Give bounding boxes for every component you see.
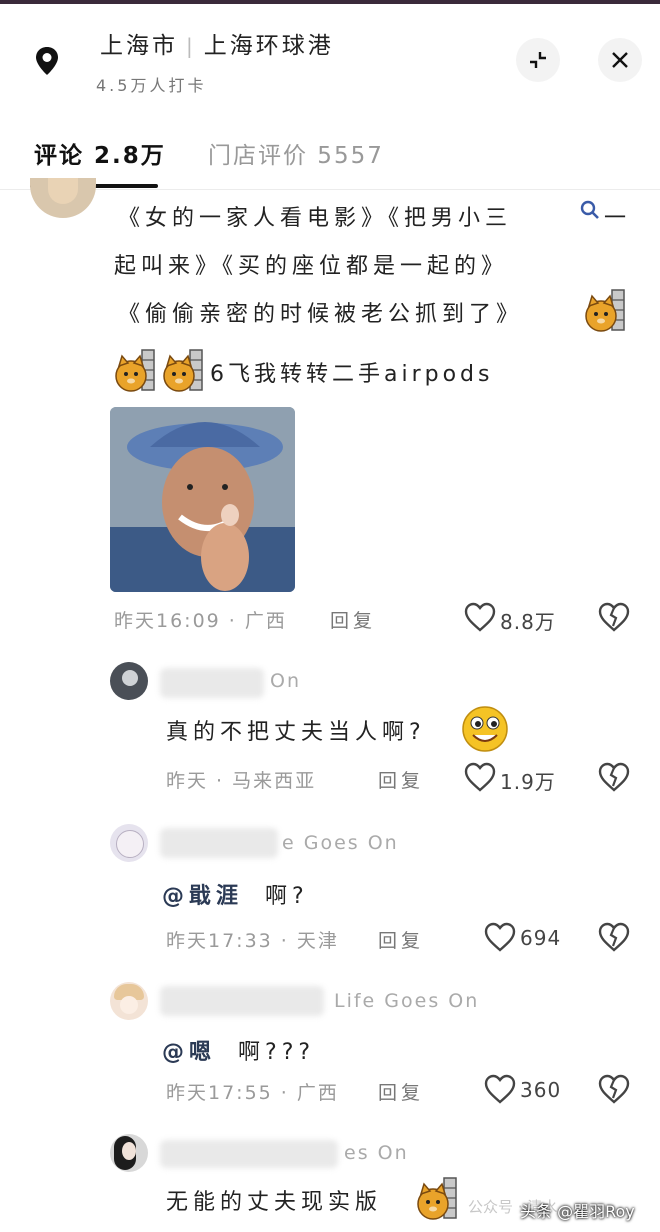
close-icon: [612, 52, 628, 68]
comment-line: 《女的一家人看电影》《把男小三: [118, 206, 513, 231]
username-suffix[interactable]: e Goes On: [282, 832, 399, 854]
comment-text: @嗯 啊???: [162, 1040, 316, 1065]
comment-text: 真的不把丈夫当人啊?: [166, 720, 426, 745]
dislike-button[interactable]: [598, 1074, 630, 1108]
minimize-icon: [530, 52, 546, 68]
username-suffix[interactable]: On: [270, 670, 301, 692]
comment-image[interactable]: [110, 407, 295, 592]
close-button[interactable]: [598, 38, 642, 82]
smile-emoji-icon: [460, 704, 510, 758]
reply-button[interactable]: 回复: [330, 606, 376, 633]
minimize-button[interactable]: [516, 38, 560, 82]
comment-time: 昨天17:55 · 广西: [166, 1082, 339, 1104]
dislike-button[interactable]: [598, 922, 630, 956]
blurred-username: [160, 668, 264, 698]
avatar[interactable]: [110, 662, 148, 700]
blurred-username: [160, 986, 324, 1016]
username-suffix[interactable]: es On: [344, 1142, 409, 1164]
avatar[interactable]: [110, 982, 148, 1020]
like-button[interactable]: [484, 1074, 516, 1108]
mention-link[interactable]: @嗯: [162, 1040, 216, 1065]
location-pin-icon: [30, 44, 64, 78]
comment-text: @戢涯 啊?: [162, 884, 309, 909]
broken-heart-icon: [598, 602, 630, 632]
broken-heart-icon: [598, 1074, 630, 1104]
heart-icon: [464, 762, 496, 792]
checkin-count: 4.5万人打卡: [96, 76, 207, 95]
avatar[interactable]: [30, 178, 96, 218]
comment-time: 昨天 · 马来西亚: [166, 770, 317, 792]
reply-button[interactable]: 回复: [378, 926, 424, 953]
dislike-button[interactable]: [598, 762, 630, 796]
tab-store-reviews[interactable]: 门店评价 5557: [208, 136, 384, 170]
heart-icon: [484, 1074, 516, 1104]
watermark: 头条 @瞿羽Roy: [520, 1202, 635, 1221]
comment-time: 昨天16:09 · 广西: [114, 610, 287, 632]
username-suffix[interactable]: Life Goes On: [334, 990, 479, 1012]
avatar[interactable]: [110, 1134, 148, 1172]
like-count: 1.9万: [500, 770, 556, 794]
like-button[interactable]: [464, 762, 496, 796]
tab-divider: [0, 189, 660, 190]
like-count: 8.8万: [500, 610, 556, 634]
reply-button[interactable]: 回复: [378, 1078, 424, 1105]
broken-heart-icon: [598, 762, 630, 792]
search-icon[interactable]: [580, 200, 600, 224]
city-name: 上海市: [100, 33, 178, 59]
cat-sticker-icon: [114, 348, 155, 392]
comment-line: 起叫来》《买的座位都是一起的》: [114, 254, 509, 279]
comment-line: 6飞我转转二手airpods: [210, 362, 494, 387]
like-button[interactable]: [464, 602, 496, 636]
place-name: 上海环球港: [203, 33, 334, 59]
like-button[interactable]: [484, 922, 516, 956]
cat-sticker-icon: [584, 288, 625, 332]
dislike-button[interactable]: [598, 602, 630, 636]
cat-sticker-icon: [416, 1176, 457, 1220]
location-title[interactable]: 上海市 | 上海环球港: [100, 26, 334, 60]
comment-text: 无能的丈夫现实版: [166, 1190, 383, 1215]
blurred-username: [160, 828, 278, 858]
broken-heart-icon: [598, 922, 630, 952]
mention-link[interactable]: @戢涯: [162, 884, 243, 909]
like-count: 694: [520, 926, 562, 950]
avatar[interactable]: [110, 824, 148, 862]
comment-line: 《偷偷亲密的时候被老公抓到了》: [118, 302, 524, 327]
comment-time: 昨天17:33 · 天津: [166, 930, 339, 952]
heart-icon: [484, 922, 516, 952]
heart-icon: [464, 602, 496, 632]
blurred-username: [160, 1140, 338, 1168]
reply-button[interactable]: 回复: [378, 766, 424, 793]
cat-sticker-icon: [162, 348, 203, 392]
tab-comments[interactable]: 评论 2.8万: [34, 136, 166, 170]
comment-line-tail: 一: [604, 206, 632, 231]
like-count: 360: [520, 1078, 562, 1102]
